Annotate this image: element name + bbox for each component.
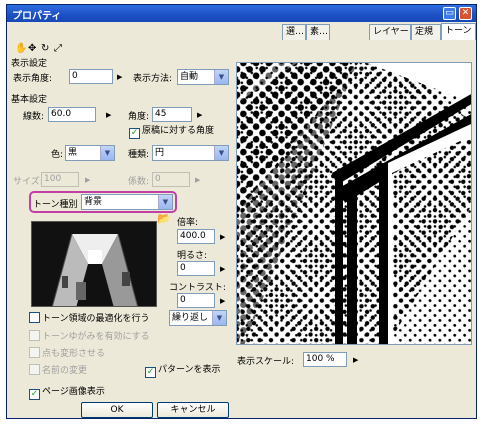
preview-scale-input[interactable]: 100 % — [303, 352, 347, 367]
scale-input[interactable]: 400.0 — [177, 229, 215, 244]
transform-icon[interactable]: ⤢ — [54, 43, 62, 54]
tab-select[interactable]: 選… — [282, 24, 306, 40]
chevron-down-icon[interactable]: ▼ — [214, 146, 228, 160]
rotate-icon[interactable]: ↻ — [41, 43, 49, 54]
display-method-label: 表示方法: — [133, 74, 173, 84]
scale-arrow-icon[interactable]: ▶ — [220, 233, 225, 241]
repeat-select[interactable]: 繰り返し ▼ — [169, 310, 227, 326]
color-value: 黒 — [68, 148, 78, 158]
tab-material[interactable]: 素… — [306, 24, 330, 40]
brightness-label: 明るさ: — [177, 251, 208, 261]
preview-scale-label: 表示スケール: — [237, 357, 295, 367]
display-settings-header: 表示設定 — [11, 59, 48, 69]
lines-arrow-icon[interactable]: ▶ — [106, 111, 111, 119]
contrast-input[interactable]: 0 — [177, 293, 215, 308]
tone-panel: ✋ ✥ ↻ ⤢ 表示設定 表示角度: 0 ▶ 表示方法: 自動 ▼ 基本設定 線… — [11, 40, 472, 418]
minimize-icon[interactable]: ▭ — [443, 7, 456, 20]
rename-checkbox: 名前の変更 — [29, 364, 87, 377]
color-label: 色: — [51, 150, 64, 160]
brightness-input[interactable]: 0 — [177, 261, 215, 276]
optimize-checkbox[interactable]: トーン領域の最適化を行う — [29, 312, 150, 325]
move-icon[interactable]: ✥ — [28, 43, 36, 54]
properties-window: プロパティ ▭ ✕ 選… 素… レイヤー 定規 トーン ✋ ✥ ↻ ⤢ 表示設定… — [6, 4, 477, 419]
ok-button[interactable]: OK — [81, 402, 153, 418]
original-angle-checkbox[interactable]: ✓ 原稿に対する角度 — [129, 125, 214, 139]
size-arrow-icon: ▶ — [85, 176, 91, 184]
checkmark-icon[interactable]: ✓ — [145, 367, 156, 378]
lines-label: 線数: — [23, 112, 45, 122]
show-pattern-checkbox[interactable]: ✓ パターンを表示 — [145, 364, 221, 378]
display-angle-label: 表示角度: — [13, 74, 53, 84]
brightness-arrow-icon[interactable]: ▶ — [220, 265, 225, 273]
coef-input: 0 — [152, 172, 190, 187]
contrast-arrow-icon[interactable]: ▶ — [220, 297, 225, 305]
hand-icon[interactable]: ✋ — [15, 43, 27, 54]
window-title: プロパティ — [12, 11, 62, 22]
size-input: 100 — [41, 172, 79, 187]
contrast-label: コントラスト: — [169, 283, 226, 293]
coef-label: 係数: — [128, 177, 150, 187]
deform-points-checkbox: 点も変形させる — [29, 347, 105, 360]
title-bar[interactable]: プロパティ ▭ ✕ — [7, 5, 476, 22]
page-image-checkbox[interactable]: ✓ ページ画像表示 — [29, 386, 105, 400]
folder-icon[interactable]: 📂 — [157, 212, 171, 225]
basic-settings-header: 基本設定 — [11, 95, 48, 105]
tone-type-select[interactable]: 背景 ▼ — [81, 194, 173, 210]
type-select[interactable]: 円 ▼ — [152, 145, 229, 161]
angle-label: 角度: — [128, 112, 150, 122]
display-angle-arrow-icon[interactable]: ▶ — [117, 73, 122, 81]
checkmark-icon[interactable]: ✓ — [129, 128, 140, 139]
display-angle-input[interactable]: 0 — [69, 69, 113, 84]
type-value: 円 — [155, 148, 165, 158]
tab-tone[interactable]: トーン — [441, 23, 476, 40]
checkmark-icon[interactable]: ✓ — [29, 389, 40, 400]
preview-scale-arrow-icon[interactable]: ▶ — [353, 356, 358, 364]
tone-preview[interactable] — [236, 62, 472, 345]
checkbox-box[interactable] — [29, 312, 40, 323]
distortion-checkbox: トーンゆがみを有効にする — [29, 330, 150, 343]
chevron-down-icon[interactable]: ▼ — [158, 195, 172, 209]
repeat-value: 繰り返し — [172, 313, 209, 323]
color-select[interactable]: 黒 ▼ — [65, 145, 115, 161]
tab-ruler[interactable]: 定規 — [411, 24, 441, 40]
coef-arrow-icon: ▶ — [195, 176, 201, 184]
cancel-button[interactable]: キャンセル — [157, 402, 229, 418]
scale-label: 倍率: — [177, 218, 199, 228]
tone-thumbnail — [31, 221, 157, 307]
type-label: 種類: — [128, 150, 150, 160]
display-method-select[interactable]: 自動 ▼ — [177, 69, 229, 85]
tone-type-label: トーン種別 — [33, 200, 78, 210]
display-method-value: 自動 — [180, 72, 199, 82]
angle-arrow-icon[interactable]: ▶ — [197, 111, 202, 119]
angle-input[interactable]: 45 — [152, 107, 192, 122]
size-label: サイズ: — [13, 177, 43, 187]
tab-layer[interactable]: レイヤー — [369, 24, 411, 40]
lines-input[interactable]: 60.0 — [48, 107, 96, 122]
close-icon[interactable]: ✕ — [459, 7, 472, 20]
chevron-down-icon[interactable]: ▼ — [212, 311, 226, 325]
chevron-down-icon[interactable]: ▼ — [214, 70, 228, 84]
chevron-down-icon[interactable]: ▼ — [100, 146, 114, 160]
tone-type-value: 背景 — [84, 197, 103, 207]
